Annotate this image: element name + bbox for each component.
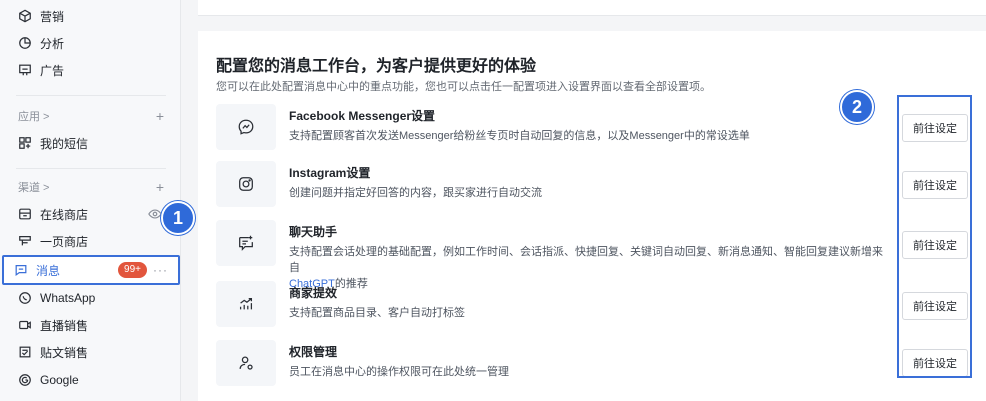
one-page-store-icon — [18, 234, 32, 248]
eye-icon[interactable] — [148, 207, 162, 221]
apps-grid-icon — [18, 136, 32, 150]
settings-row-title: Instagram设置 — [289, 166, 371, 180]
sidebar-section-apps[interactable]: 应用 > + — [18, 107, 164, 125]
sidebar-item-online-store[interactable]: 在线商店 — [8, 201, 172, 227]
chat-assistant-icon — [216, 220, 276, 266]
settings-row-desc: 创建问题并指定好回答的内容，跟买家进行自动交流 — [289, 187, 542, 199]
sidebar-item-post-sales[interactable]: 贴文销售 — [8, 339, 172, 365]
sidebar-item-google[interactable]: Google — [8, 367, 172, 393]
settings-row-desc: 员工在消息中心的操作权限可在此处统一管理 — [289, 366, 509, 378]
add-channel-button[interactable]: + — [156, 179, 164, 195]
sidebar-divider — [16, 95, 166, 96]
pie-chart-icon — [18, 36, 32, 50]
sidebar-item-messages[interactable]: 消息 99+ ··· — [2, 255, 180, 285]
whatsapp-icon — [18, 291, 32, 305]
highlight-frame — [897, 95, 972, 378]
efficiency-chart-icon — [216, 281, 276, 327]
sidebar-item-analytics[interactable]: 分析 — [8, 30, 172, 56]
messenger-icon — [216, 104, 276, 150]
callout-marker-2: 2 — [840, 90, 874, 124]
settings-row-efficiency: 商家提效 支持配置商品目录、客户自动打标签 — [216, 281, 976, 341]
sidebar-item-ads[interactable]: 广告 — [8, 57, 172, 83]
sidebar-item-marketing[interactable]: 营销 — [8, 3, 172, 29]
add-app-button[interactable]: + — [156, 108, 164, 124]
page-title: 配置您的消息工作台，为客户提供更好的体验 — [216, 58, 537, 75]
unread-badge: 99+ — [118, 262, 147, 278]
settings-row-desc: 支持配置顾客首次发送Messenger给粉丝专页时自动回复的信息，以及Messe… — [289, 130, 750, 142]
post-icon — [18, 345, 32, 359]
settings-row-permissions: 权限管理 员工在消息中心的操作权限可在此处统一管理 — [216, 340, 976, 400]
settings-row-instagram: Instagram设置 创建问题并指定好回答的内容，跟买家进行自动交流 — [216, 161, 976, 221]
live-video-icon — [18, 318, 32, 332]
sidebar: 营销 分析 广告 应用 > + 我的短信 渠道 > + 在线商店 一页商店 消息… — [0, 0, 181, 401]
settings-row-title: 商家提效 — [289, 286, 338, 300]
settings-row-chat-assistant: 聊天助手 支持配置会话处理的基础配置，例如工作时间、会话指派、快捷回复、关键词自… — [216, 220, 976, 290]
sidebar-item-my-sms[interactable]: 我的短信 — [8, 130, 172, 156]
ad-board-icon — [18, 63, 32, 77]
chat-icon — [14, 263, 28, 277]
settings-row-desc: 支持配置商品目录、客户自动打标签 — [289, 307, 465, 319]
sidebar-item-one-page-store[interactable]: 一页商店 — [8, 228, 172, 254]
more-options-button[interactable]: ··· — [153, 263, 168, 277]
sidebar-item-live-sales[interactable]: 直播销售 — [8, 312, 172, 338]
settings-row-title: 聊天助手 — [289, 225, 338, 239]
user-permission-icon — [216, 340, 276, 386]
top-card — [198, 0, 986, 16]
sidebar-section-channels[interactable]: 渠道 > + — [18, 178, 164, 196]
google-icon — [18, 373, 32, 387]
message-settings-card: 配置您的消息工作台，为客户提供更好的体验 您可以在此处配置消息中心中的重点功能，… — [198, 31, 986, 401]
cube-icon — [18, 9, 32, 23]
callout-marker-1: 1 — [161, 201, 195, 235]
settings-row-title: Facebook Messenger设置 — [289, 109, 436, 123]
page-subtitle: 您可以在此处配置消息中心中的重点功能，您也可以点击任一配置项进入设置界面以查看全… — [216, 81, 711, 93]
settings-row-title: 权限管理 — [289, 345, 338, 359]
store-icon — [18, 207, 32, 221]
sidebar-item-whatsapp[interactable]: WhatsApp — [8, 285, 172, 311]
instagram-icon — [216, 161, 276, 207]
sidebar-divider — [16, 168, 166, 169]
